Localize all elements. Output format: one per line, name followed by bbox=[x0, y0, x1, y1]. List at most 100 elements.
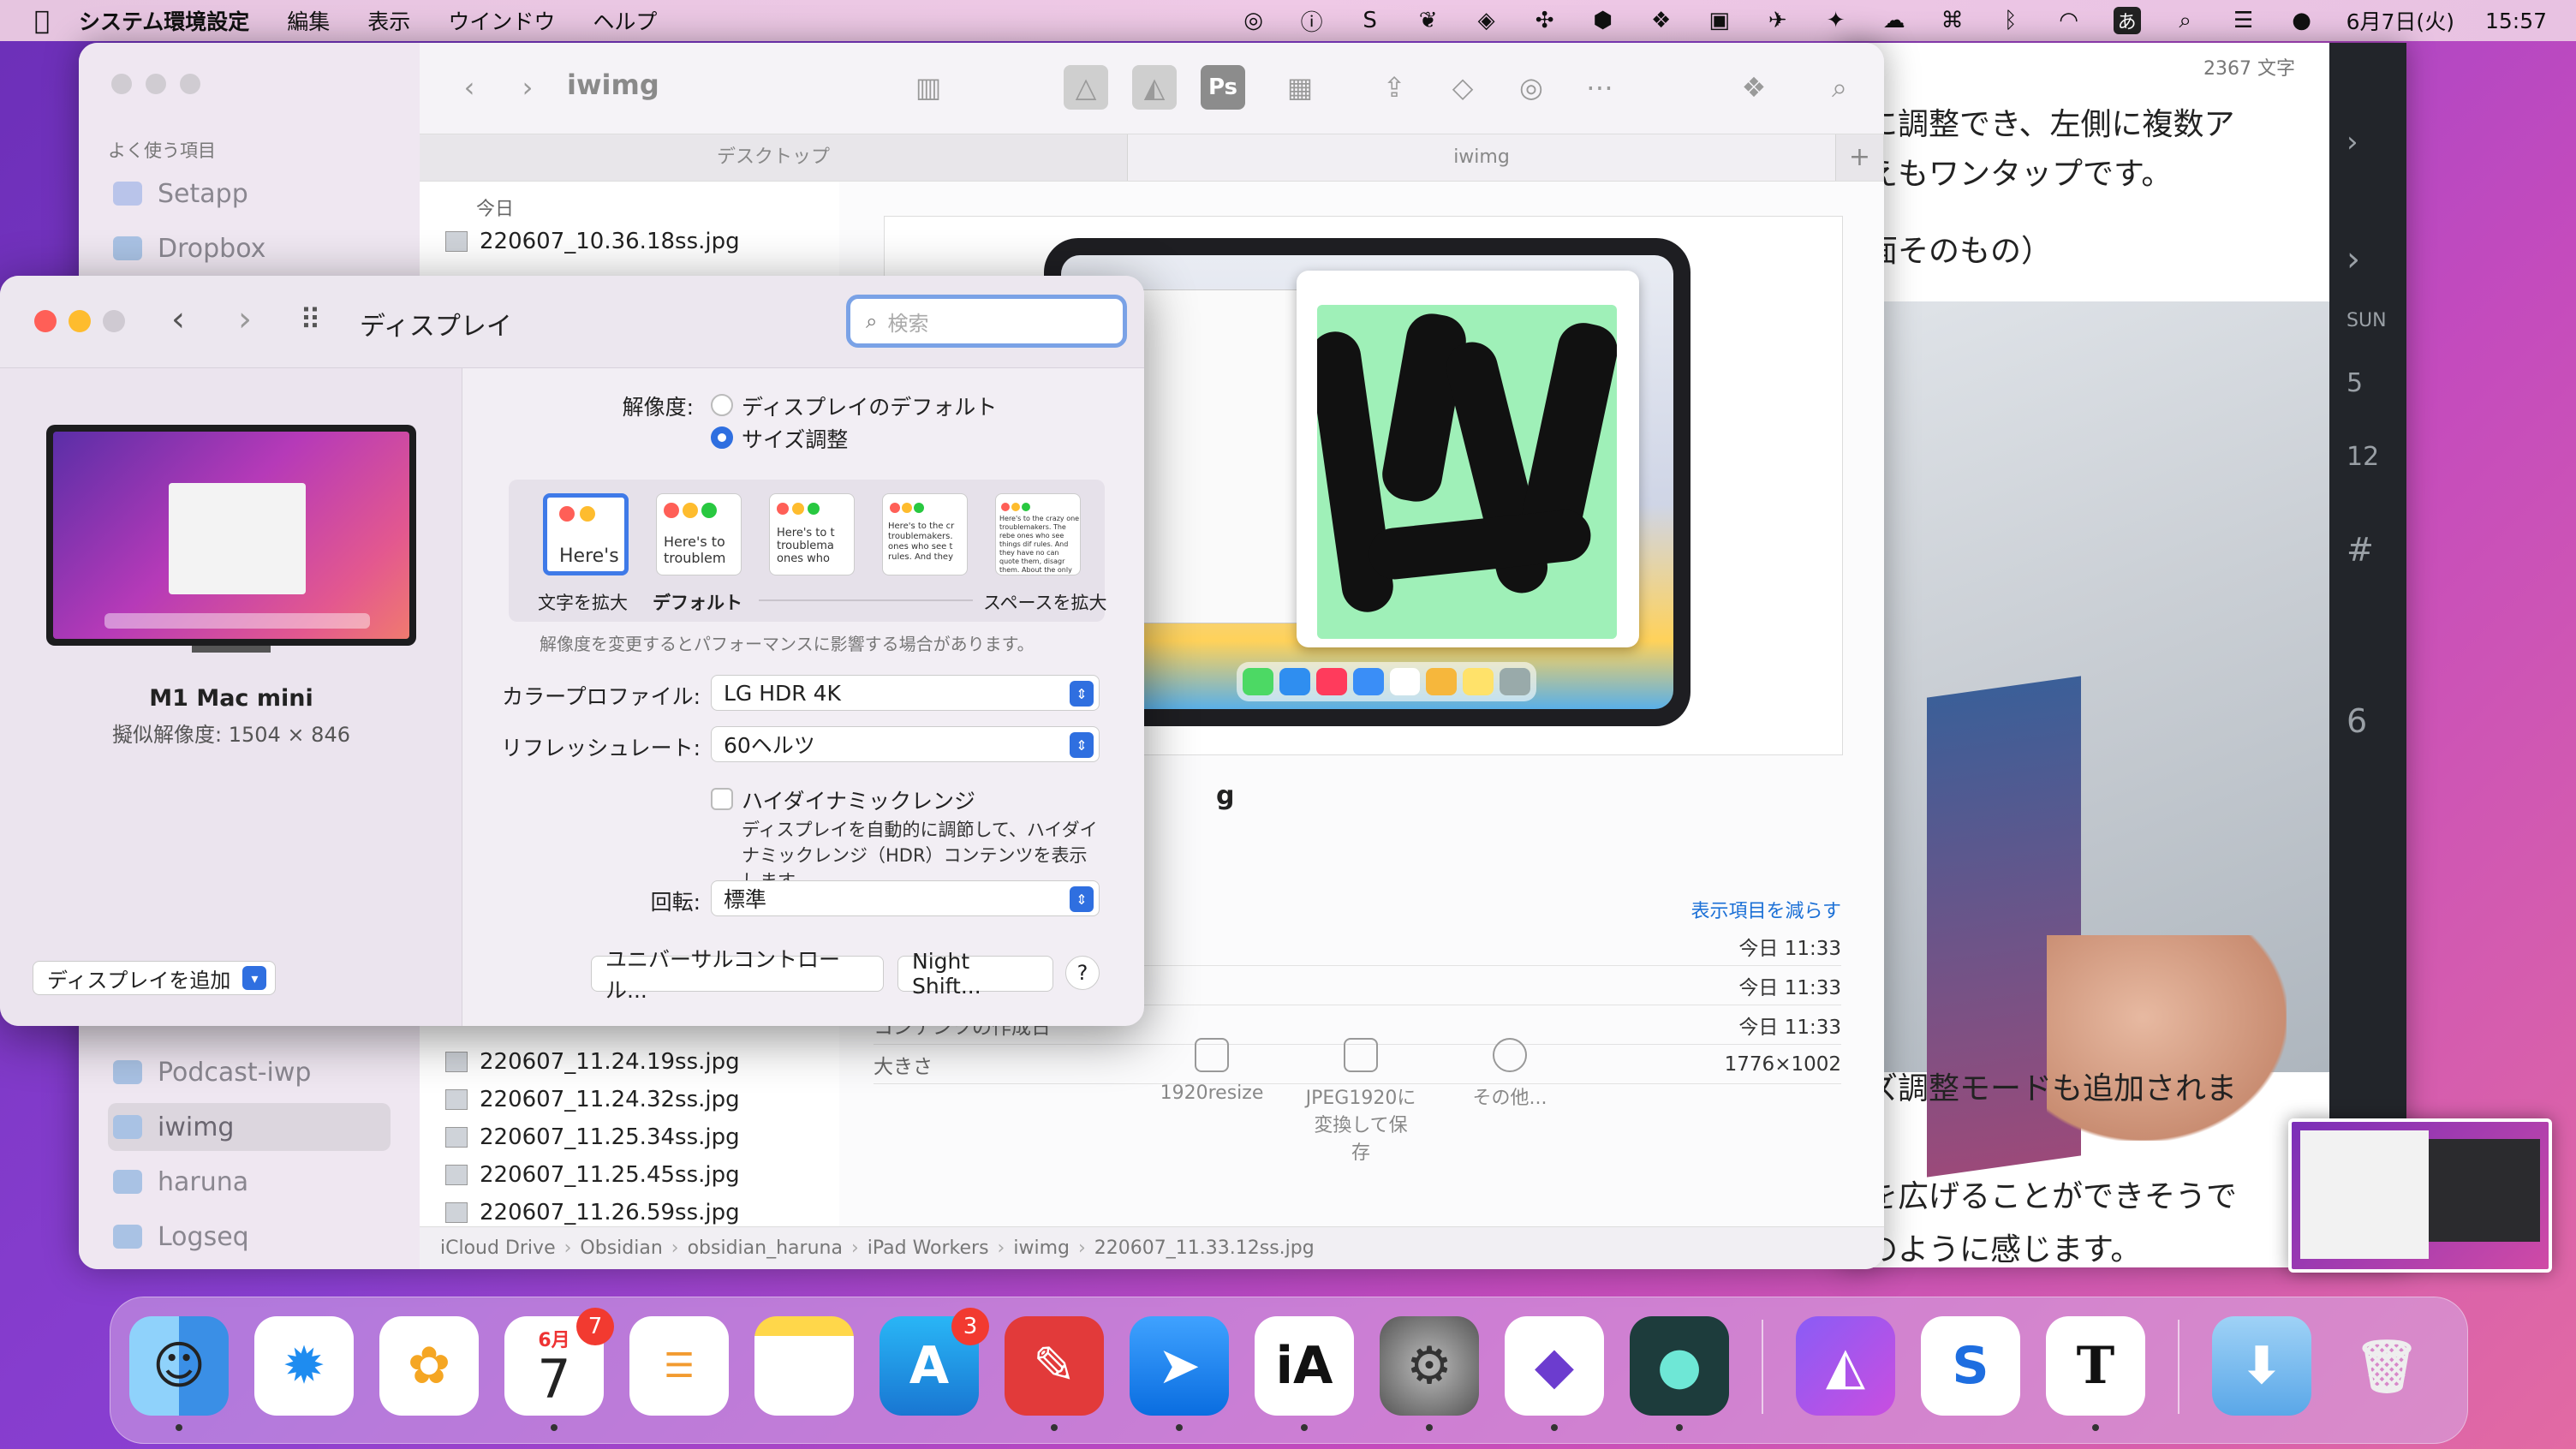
share-icon[interactable]: ⇪ bbox=[1372, 65, 1416, 110]
zoom-button[interactable] bbox=[103, 310, 125, 332]
action-1920resize[interactable]: 1920resize bbox=[1156, 1038, 1267, 1165]
dock-ia-writer-icon[interactable]: iA bbox=[1255, 1316, 1354, 1416]
dock-appstore-icon[interactable]: A3 bbox=[880, 1308, 989, 1416]
airdrop-icon[interactable]: ◎ bbox=[1509, 65, 1553, 110]
new-tab-button[interactable]: + bbox=[1836, 134, 1884, 181]
rotation-select[interactable]: 標準 ⇕ bbox=[711, 880, 1100, 916]
leaf-icon[interactable]: ❦ bbox=[1415, 7, 1442, 34]
radio-default[interactable] bbox=[711, 394, 733, 416]
affinity-icon[interactable]: △ bbox=[1064, 65, 1108, 110]
menu-edit[interactable]: 編集 bbox=[287, 5, 330, 36]
sidebar-item-podcast[interactable]: Podcast-iwp bbox=[108, 1048, 391, 1096]
menu-window[interactable]: ウインドウ bbox=[448, 5, 555, 36]
action-more[interactable]: その他... bbox=[1454, 1038, 1565, 1165]
status-icon-1[interactable]: ◎ bbox=[1240, 7, 1267, 34]
hash-icon[interactable]: # bbox=[2346, 531, 2374, 569]
sidebar-item-iwimg[interactable]: iwimg bbox=[108, 1103, 391, 1151]
spotlight-icon[interactable]: ⌕ bbox=[2172, 7, 2199, 34]
dropbox-icon[interactable]: ❖ bbox=[1732, 65, 1776, 110]
menu-date[interactable]: 6月7日(火) bbox=[2346, 5, 2454, 36]
dock-app-icon[interactable]: ● bbox=[1630, 1316, 1729, 1416]
color-profile-select[interactable]: LG HDR 4K ⇕ bbox=[711, 675, 1100, 711]
dock-bear-icon[interactable]: ✎ bbox=[1005, 1316, 1104, 1416]
search-icon[interactable]: ⌕ bbox=[1817, 65, 1862, 110]
cursor-icon[interactable]: ✦ bbox=[1822, 7, 1850, 34]
add-display-button[interactable]: ディスプレイを追加 ▾ bbox=[33, 961, 277, 995]
forward-icon[interactable]: › bbox=[505, 65, 550, 110]
dock-downloads-folder-icon[interactable]: ⬇ bbox=[2212, 1316, 2311, 1416]
tag-icon[interactable]: ◇ bbox=[1440, 65, 1485, 110]
back-icon[interactable]: ‹ bbox=[171, 300, 185, 339]
tab-iwimg[interactable]: iwimg bbox=[1128, 134, 1836, 181]
dock-notes-icon[interactable] bbox=[754, 1316, 854, 1416]
screen-icon[interactable]: ▣ bbox=[1706, 7, 1733, 34]
photoshop-icon[interactable]: Ps bbox=[1201, 65, 1245, 110]
affinity-photo-icon[interactable]: ◭ bbox=[1132, 65, 1177, 110]
forward-icon[interactable]: › bbox=[238, 300, 252, 339]
sidebar-item-haruna[interactable]: haruna bbox=[108, 1158, 391, 1206]
chevron-right-icon[interactable]: › bbox=[2346, 240, 2360, 279]
scale-option-1[interactable]: Here's bbox=[543, 493, 629, 575]
control-center-icon[interactable]: ☰ bbox=[2230, 7, 2257, 34]
apple-menu-icon[interactable]:  bbox=[34, 6, 50, 36]
hex-icon[interactable]: ⬢ bbox=[1589, 7, 1617, 34]
radio-scaled[interactable] bbox=[711, 426, 733, 449]
dock-system-preferences-icon[interactable]: ⚙ bbox=[1380, 1316, 1479, 1416]
dock-affinity-photo-icon[interactable]: ◭ bbox=[1796, 1316, 1895, 1416]
path-item[interactable]: obsidian_haruna bbox=[688, 1237, 843, 1259]
path-item[interactable]: iwimg bbox=[1013, 1237, 1070, 1259]
dock-scansnap-icon[interactable]: S bbox=[1921, 1316, 2020, 1416]
slack-icon[interactable]: ✣ bbox=[1531, 7, 1559, 34]
file-row[interactable]: 220607_11.25.34ss.jpg bbox=[445, 1118, 740, 1156]
night-shift-button[interactable]: Night Shift... bbox=[897, 949, 1053, 999]
view-columns-icon[interactable]: ▥ bbox=[906, 65, 951, 110]
dock-spark-icon[interactable]: ➤ bbox=[1130, 1316, 1229, 1416]
path-item[interactable]: 220607_11.33.12ss.jpg bbox=[1094, 1237, 1315, 1259]
scale-option-2[interactable]: Here's to troublem bbox=[656, 493, 742, 575]
sidebar-item-logseq[interactable]: Logseq bbox=[108, 1213, 391, 1261]
plane-icon[interactable]: ✈ bbox=[1764, 7, 1792, 34]
dock-finder-icon[interactable]: ☺ bbox=[129, 1316, 229, 1416]
path-item[interactable]: iCloud Drive bbox=[440, 1237, 556, 1259]
dock-safari-icon[interactable]: ✹ bbox=[254, 1316, 354, 1416]
more-icon[interactable]: ⋯ bbox=[1577, 65, 1622, 110]
tag-icon[interactable]: ◈ bbox=[1473, 7, 1500, 34]
minimize-button[interactable] bbox=[146, 74, 166, 94]
command-icon[interactable]: ⌘ bbox=[1939, 7, 1966, 34]
file-row[interactable]: 220607_10.36.18ss.jpg bbox=[445, 223, 740, 260]
cloud-icon[interactable]: ☁ bbox=[1881, 7, 1908, 34]
sidebar-item-setapp[interactable]: Setapp bbox=[108, 170, 391, 218]
dock-calendar-icon[interactable]: 6月 7 7 bbox=[504, 1308, 614, 1416]
refresh-rate-select[interactable]: 60ヘルツ ⇕ bbox=[711, 726, 1100, 762]
dock-trash-icon[interactable]: 🗑 bbox=[2337, 1316, 2436, 1416]
dock-photos-icon[interactable]: ✿ bbox=[379, 1316, 479, 1416]
file-row[interactable]: 220607_11.25.45ss.jpg bbox=[445, 1156, 740, 1194]
search-input[interactable]: ⌕ 検索 bbox=[846, 295, 1127, 348]
group-icon[interactable]: ▦ bbox=[1278, 65, 1322, 110]
scale-option-4[interactable]: Here's to the cr troublemakers. ones who… bbox=[882, 493, 968, 575]
dock-reminders-icon[interactable]: ☰ bbox=[629, 1316, 729, 1416]
close-button[interactable] bbox=[34, 310, 57, 332]
file-row[interactable]: 220607_11.24.19ss.jpg bbox=[445, 1043, 740, 1081]
universal-control-button[interactable]: ユニバーサルコントロール... bbox=[591, 947, 884, 1003]
help-button[interactable]: ? bbox=[1065, 956, 1100, 990]
scale-option-3[interactable]: Here's to t troublema ones who bbox=[769, 493, 855, 575]
file-row[interactable]: 220607_11.24.32ss.jpg bbox=[445, 1081, 740, 1118]
siri-icon[interactable]: ● bbox=[2288, 7, 2316, 34]
scale-option-5[interactable]: Here's to the crazy one troublemakers. T… bbox=[995, 493, 1081, 575]
menu-time[interactable]: 15:57 bbox=[2485, 9, 2547, 33]
zoom-button[interactable] bbox=[180, 74, 200, 94]
dropbox-status-icon[interactable]: ❖ bbox=[1648, 7, 1675, 34]
path-item[interactable]: iPad Workers bbox=[868, 1237, 989, 1259]
close-button[interactable] bbox=[111, 74, 132, 94]
sidebar-item-dropbox[interactable]: Dropbox bbox=[108, 224, 391, 272]
bluetooth-icon[interactable]: ᛒ bbox=[1997, 7, 2024, 34]
status-icon-2[interactable]: ⓘ bbox=[1298, 7, 1326, 36]
dock-obsidian-icon[interactable]: ◆ bbox=[1505, 1316, 1604, 1416]
scansnap-icon[interactable]: S bbox=[1357, 7, 1384, 34]
hdr-checkbox[interactable] bbox=[711, 788, 733, 810]
menu-app-name[interactable]: システム環境設定 bbox=[79, 5, 249, 36]
dock-typora-icon[interactable]: T bbox=[2046, 1316, 2145, 1416]
show-less-link[interactable]: 表示項目を減らす bbox=[1690, 896, 1841, 923]
action-jpeg1920[interactable]: JPEG1920に変換して保存 bbox=[1305, 1038, 1416, 1165]
